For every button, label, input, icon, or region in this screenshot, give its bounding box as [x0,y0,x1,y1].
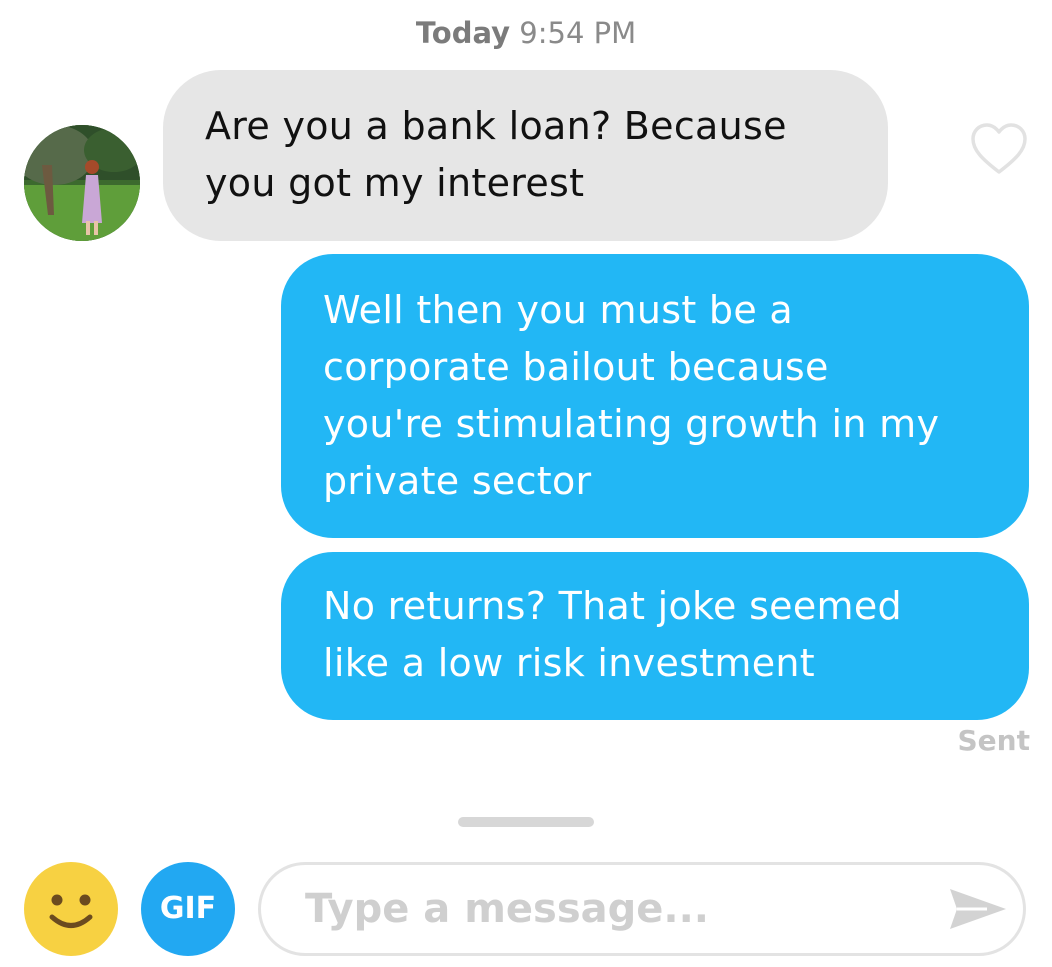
message-line: No returns? That joke seemed [323,584,902,628]
smiley-face-icon [49,894,93,928]
message-line: corporate bailout because [323,345,829,389]
message-line: private sector [323,459,592,503]
message-line: you got my interest [205,161,585,205]
message-line: you're stimulating growth in my [323,402,940,446]
timestamp-time: 9:54 PM [519,16,637,50]
heart-outline-icon[interactable] [970,122,1028,176]
sent-status: Sent [957,724,1030,757]
send-arrow-icon[interactable] [947,885,1009,933]
message-composer [258,862,1026,956]
chat-screen: Today 9:54 PM Are you a bank loan? Becau… [0,0,1052,967]
message-timestamp: Today 9:54 PM [0,16,1052,50]
match-avatar[interactable] [24,125,140,241]
message-input[interactable] [305,875,925,943]
outgoing-message-bubble[interactable]: Well then you must be a corporate bailou… [281,254,1029,538]
incoming-message-bubble[interactable]: Are you a bank loan? Because you got my … [163,70,888,241]
gif-button[interactable]: GIF [141,862,235,956]
message-line: like a low risk investment [323,641,816,685]
message-line: Are you a bank loan? Because [205,104,787,148]
outgoing-message-bubble[interactable]: No returns? That joke seemed like a low … [281,552,1029,720]
timestamp-day: Today [415,16,511,50]
drag-handle[interactable] [458,817,594,827]
message-line: Well then you must be a [323,288,793,332]
emoji-button[interactable] [24,862,118,956]
